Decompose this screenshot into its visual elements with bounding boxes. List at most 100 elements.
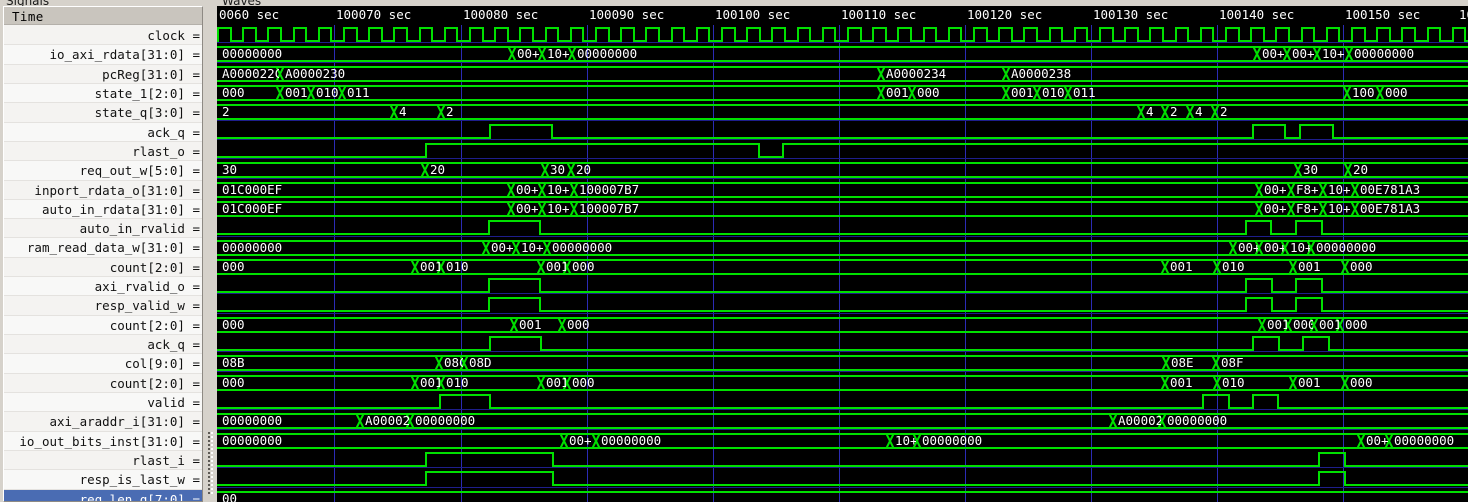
bus-value-segment[interactable]: 100007B7 bbox=[574, 181, 1259, 198]
signal-row[interactable]: inport_rdata_o[31:0] = bbox=[4, 181, 202, 200]
bus-value-segment[interactable]: 000 bbox=[217, 258, 415, 275]
signal-row[interactable]: ram_read_data_w[31:0] = bbox=[4, 238, 202, 258]
bus-value-segment[interactable]: 000 bbox=[1288, 316, 1314, 333]
bus-value-segment[interactable]: 010 bbox=[311, 84, 342, 101]
bus-value-segment[interactable]: 08E bbox=[1166, 355, 1216, 372]
waveform-row[interactable]: 00000000 00+ 10+ 00000000 00+ 00+ 10+ 00000000 bbox=[217, 238, 1468, 257]
bus-value-segment[interactable]: 00+ bbox=[1287, 46, 1317, 63]
signal-row[interactable]: io_out_bits_inst[31:0] = bbox=[4, 431, 202, 451]
waveform-row[interactable]: 000 001 010 001 000 001 010 001 000 bbox=[217, 373, 1468, 392]
bus-value-segment[interactable]: 00000000 bbox=[217, 239, 486, 256]
bus-value-segment[interactable]: 100007B7 bbox=[574, 200, 1259, 217]
signal-row[interactable]: state_1[2:0] = bbox=[4, 83, 202, 104]
bus-value-segment[interactable]: A0000230 bbox=[280, 65, 881, 82]
bus-value-segment[interactable]: 4 bbox=[394, 104, 441, 121]
bus-value-segment[interactable]: 011 bbox=[1068, 84, 1347, 101]
waveform-canvas[interactable]: 00000000 00+ 10+ 00000000 00+ 00+ 10+ 00000000 A… bbox=[217, 25, 1468, 502]
bus-value-segment[interactable]: 001 bbox=[881, 84, 912, 101]
waveform-row[interactable] bbox=[217, 141, 1468, 160]
bus-value-segment[interactable]: 00000000 bbox=[1311, 239, 1468, 256]
bus-value-segment[interactable]: 00+ bbox=[1257, 46, 1287, 63]
signal-row[interactable]: io_axi_rdata[31:0] = bbox=[4, 45, 202, 65]
bus-value-segment[interactable]: 30 bbox=[545, 162, 571, 179]
bus-value-segment[interactable]: 011 bbox=[342, 84, 881, 101]
bus-value-segment[interactable]: 20 bbox=[571, 162, 1298, 179]
bus-value-segment[interactable]: 001 bbox=[1165, 258, 1217, 275]
signal-row[interactable]: valid = bbox=[4, 392, 202, 413]
waveform-row[interactable] bbox=[217, 450, 1468, 469]
waveform-row[interactable]: 2 4 2 4 2 4 2 bbox=[217, 102, 1468, 121]
bus-value-segment[interactable]: 2 bbox=[1215, 104, 1468, 121]
bus-value-segment[interactable]: 00000000 bbox=[572, 46, 1257, 63]
waveform-row[interactable]: 08B 08C 08D 08E 08F bbox=[217, 353, 1468, 372]
waveform-row[interactable] bbox=[217, 276, 1468, 295]
bus-value-segment[interactable]: 10+ bbox=[516, 239, 547, 256]
bus-value-segment[interactable]: F8+ bbox=[1291, 181, 1323, 198]
bus-value-segment[interactable]: 010 bbox=[1037, 84, 1068, 101]
signal-row[interactable]: count[2:0] = bbox=[4, 315, 202, 335]
signal-row[interactable]: col[9:0] = bbox=[4, 354, 202, 374]
bus-value-segment[interactable]: 00000000 bbox=[1162, 413, 1468, 430]
signal-row[interactable]: rlast_o = bbox=[4, 142, 202, 162]
bus-value-segment[interactable]: 001 bbox=[514, 316, 562, 333]
bus-value-segment[interactable]: 001 bbox=[541, 258, 567, 275]
waveform-row[interactable]: 000 001 000 001 000 001 000 bbox=[217, 315, 1468, 334]
bus-value-segment[interactable]: 4 bbox=[1190, 104, 1215, 121]
signal-row[interactable]: rlast_i = bbox=[4, 451, 202, 471]
bus-value-segment[interactable]: 000 bbox=[1380, 84, 1468, 101]
bus-value-segment[interactable]: 08D bbox=[464, 355, 1166, 372]
waveform-row[interactable] bbox=[217, 218, 1468, 237]
waveform-row[interactable]: 01C000EF 00+ 10+ 100007B7 00+ F8+ 10+ 00E781A3 bbox=[217, 199, 1468, 218]
bus-value-segment[interactable]: 00E781A3 bbox=[1355, 200, 1468, 217]
bus-value-segment[interactable]: 001 bbox=[1262, 316, 1288, 333]
bus-value-segment[interactable]: 2 bbox=[217, 104, 394, 121]
bus-value-segment[interactable]: 00+ bbox=[1259, 200, 1291, 217]
bus-value-segment[interactable]: 30 bbox=[1298, 162, 1348, 179]
bus-value-segment[interactable]: 10+ bbox=[890, 432, 917, 449]
signal-row[interactable]: ack_q = bbox=[4, 122, 202, 142]
bus-value-segment[interactable]: 08F bbox=[1216, 355, 1468, 372]
time-ruler[interactable]: 0060 sec 100070 sec 100080 sec 100090 sec 10… bbox=[217, 6, 1468, 25]
waveform-row[interactable] bbox=[217, 469, 1468, 488]
bus-value-segment[interactable]: 010 bbox=[441, 258, 541, 275]
splitter-grip-handle[interactable] bbox=[208, 432, 213, 496]
bus-value-segment[interactable]: 00+ bbox=[511, 200, 542, 217]
signal-row[interactable]: clock = bbox=[4, 26, 202, 46]
waveform-row[interactable]: 00000000 00+ 00000000 10+ 00000000 00+ 0000000… bbox=[217, 431, 1468, 450]
bus-value-segment[interactable]: 010 bbox=[1217, 374, 1293, 391]
bus-value-segment[interactable]: 001 bbox=[280, 84, 311, 101]
bus-value-segment[interactable]: A0000234 bbox=[881, 65, 1006, 82]
waveform-row[interactable]: 000 001 010 001 000 001 010 001 000 bbox=[217, 257, 1468, 276]
bus-value-segment[interactable]: 00000000 bbox=[217, 432, 564, 449]
pane-splitter[interactable] bbox=[205, 0, 217, 502]
bus-value-segment[interactable]: 2 bbox=[1165, 104, 1190, 121]
bus-value-segment[interactable]: 00+ bbox=[1361, 432, 1389, 449]
waveform-row[interactable]: 30 20 30 20 30 20 bbox=[217, 160, 1468, 179]
bus-value-segment[interactable]: F8+ bbox=[1291, 200, 1323, 217]
bus-value-segment[interactable]: 00000000 bbox=[410, 413, 1113, 430]
signal-row[interactable]: resp_valid_w = bbox=[4, 296, 202, 316]
bus-value-segment[interactable]: 10+ bbox=[542, 200, 574, 217]
bus-value-segment[interactable]: 001 bbox=[1314, 316, 1340, 333]
waveform-row[interactable]: 01C000EF 00+ 10+ 100007B7 00+ F8+ 10+ 00E781A3 bbox=[217, 180, 1468, 199]
bus-value-segment[interactable]: 00+ bbox=[1259, 239, 1285, 256]
signal-row-selected[interactable]: req_len_q[7:0] = bbox=[4, 489, 202, 501]
bus-value-segment[interactable]: 00000000 bbox=[217, 46, 512, 63]
signal-row[interactable]: auto_in_rvalid = bbox=[4, 219, 202, 239]
bus-value-segment[interactable]: 10+ bbox=[542, 181, 574, 198]
bus-value-segment[interactable]: 010 bbox=[441, 374, 541, 391]
signal-row[interactable]: count[2:0] = bbox=[4, 258, 202, 278]
bus-value-segment[interactable]: 001 bbox=[415, 374, 441, 391]
bus-value-segment[interactable]: 000 bbox=[217, 84, 280, 101]
bus-value-segment[interactable]: 20 bbox=[1348, 162, 1468, 179]
signal-row[interactable]: state_q[3:0] = bbox=[4, 103, 202, 123]
bus-value-segment[interactable]: 00E781A3 bbox=[1355, 181, 1468, 198]
bus-value-segment[interactable]: 00+ bbox=[1233, 239, 1259, 256]
bus-value-segment[interactable]: 001 bbox=[1293, 258, 1345, 275]
bus-value-segment[interactable]: 2 bbox=[441, 104, 1141, 121]
bus-value-segment[interactable]: 000 bbox=[562, 316, 1262, 333]
bus-value-segment[interactable]: 000 bbox=[217, 316, 514, 333]
waves-pane[interactable]: 0060 sec 100070 sec 100080 sec 100090 sec 10… bbox=[217, 6, 1468, 502]
waveform-row[interactable]: 00 bbox=[217, 489, 1468, 502]
bus-value-segment[interactable]: 001 bbox=[1293, 374, 1345, 391]
